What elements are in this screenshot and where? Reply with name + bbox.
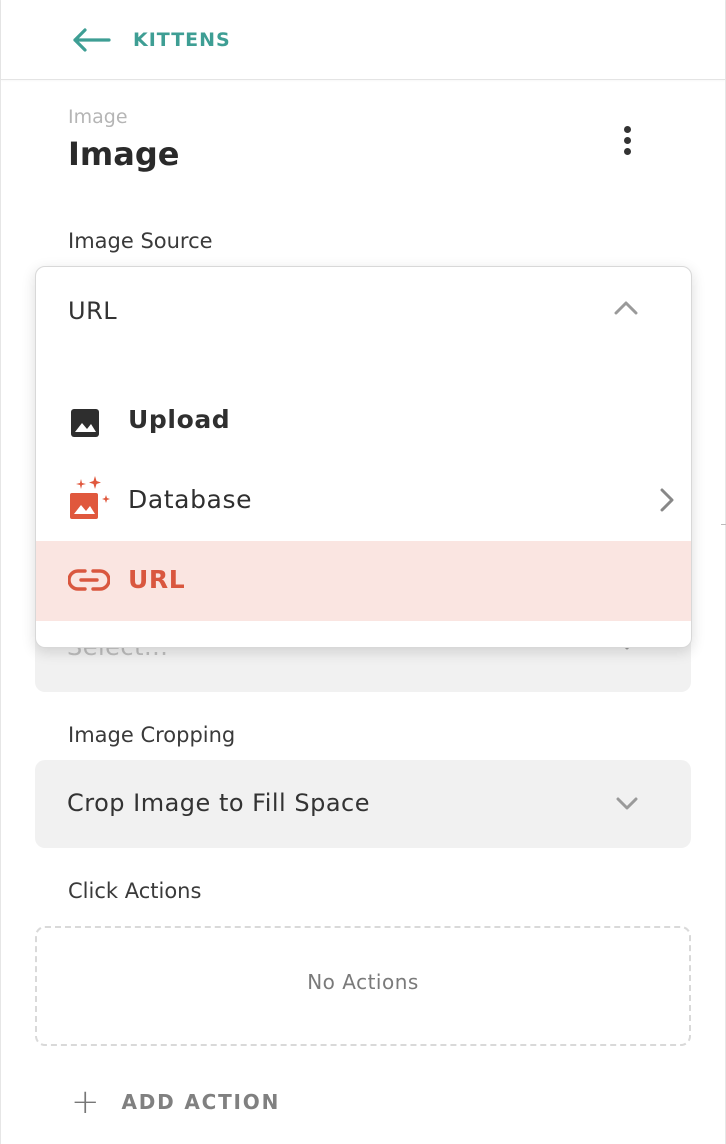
image-source-dropdown: URL Upload Database URL [35, 266, 692, 648]
add-action-button[interactable]: + ADD ACTION [71, 1082, 281, 1122]
image-source-label: Image Source [68, 229, 213, 253]
back-button[interactable]: KITTENS [71, 24, 231, 56]
panel-header: KITTENS [1, 0, 725, 80]
image-source-value: URL [68, 297, 118, 325]
option-database[interactable]: Database [36, 461, 691, 541]
plus-icon: + [71, 1082, 100, 1122]
image-cropping-select[interactable]: Crop Image to Fill Space [35, 760, 691, 848]
chevron-up-icon [614, 301, 638, 315]
no-actions-text: No Actions [307, 970, 419, 994]
option-url[interactable]: URL [36, 541, 691, 621]
magic-image-icon [70, 476, 110, 519]
chevron-down-icon [616, 797, 638, 810]
image-cropping-value: Crop Image to Fill Space [67, 789, 370, 817]
arrow-left-icon [73, 28, 111, 52]
option-label: Database [128, 485, 253, 514]
more-dot-icon [623, 147, 631, 155]
click-actions-label: Click Actions [68, 879, 202, 903]
option-label: Upload [128, 405, 231, 434]
click-actions-list: No Actions [35, 926, 691, 1046]
component-title: Image [68, 135, 180, 173]
option-upload[interactable]: Upload [36, 381, 691, 461]
component-type-label: Image [68, 106, 128, 128]
more-dot-icon [623, 136, 631, 144]
divider [721, 524, 726, 525]
option-label: URL [128, 565, 186, 594]
back-label: KITTENS [133, 29, 231, 51]
add-action-label: ADD ACTION [121, 1090, 281, 1114]
image-source-select[interactable]: URL [36, 267, 691, 345]
more-options-button[interactable] [607, 120, 647, 160]
image-icon [71, 409, 99, 437]
link-icon [68, 569, 110, 591]
properties-panel: KITTENS Image Image Image Source Select.… [0, 0, 726, 1144]
image-cropping-label: Image Cropping [68, 723, 236, 747]
chevron-right-icon [660, 488, 674, 512]
more-dot-icon [623, 125, 631, 133]
